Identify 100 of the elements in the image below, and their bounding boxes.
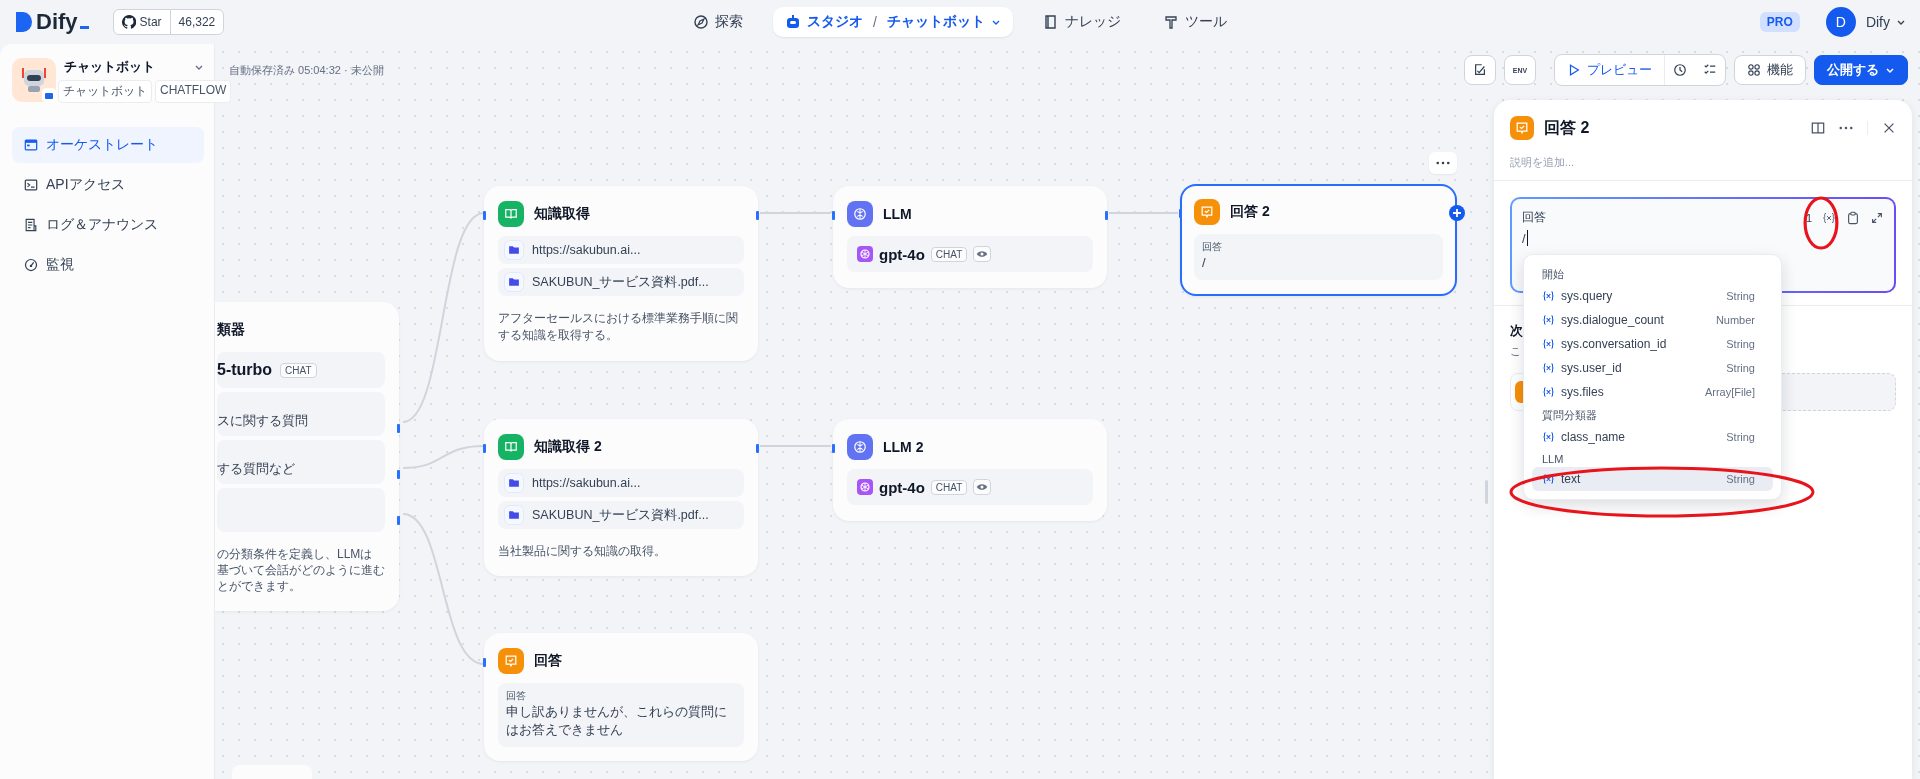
play-icon[interactable]	[1567, 63, 1581, 77]
nav-tab[interactable]: ツール	[1150, 7, 1239, 37]
node-title: LLM	[883, 206, 912, 222]
variable-icon[interactable]	[1822, 210, 1836, 225]
robot-icon	[12, 58, 56, 102]
model-tag: CHAT	[930, 246, 968, 262]
sidebar-item[interactable]: ログ＆アナウンス	[12, 207, 204, 243]
annotation-ellipse	[1803, 196, 1839, 250]
logo-mark-icon[interactable]	[14, 10, 34, 34]
book-icon[interactable]	[1042, 14, 1059, 30]
workflow-node[interactable]: LLM 2 gpt-4o CHAT	[833, 419, 1107, 521]
app-tag: CHATFLOW	[155, 80, 232, 103]
compass-icon[interactable]	[693, 14, 710, 30]
workflow-node[interactable]: 知識取得 2 https://sakubun.ai... SAKUBUN_サービス資料.pdf... 当社製品に関する知識の取得。	[484, 419, 758, 577]
node-title: LLM 2	[883, 439, 924, 455]
model-name: gpt-4o	[879, 245, 925, 263]
clock-icon[interactable]	[1673, 63, 1687, 77]
port-handle[interactable]	[483, 444, 486, 453]
port-handle[interactable]	[756, 211, 759, 220]
model-name: gpt-4o	[879, 478, 925, 496]
model-icon	[857, 246, 873, 262]
checklist-icon[interactable]	[1703, 63, 1717, 77]
port-handle[interactable]	[483, 211, 486, 220]
source-name: https://sakubun.ai...	[532, 476, 641, 490]
app-tag: チャットボット	[58, 80, 152, 103]
variable-item[interactable]: class_name String	[1532, 425, 1773, 449]
port-handle[interactable]	[1105, 211, 1108, 220]
variable-item[interactable]: sys.conversation_id String	[1532, 332, 1773, 356]
source-name: SAKUBUN_サービス資料.pdf...	[532, 273, 709, 291]
dify-logo[interactable]: Dify	[14, 9, 89, 35]
nav-tab[interactable]: ナレッジ	[1030, 7, 1133, 37]
close-icon[interactable]	[1882, 121, 1896, 135]
group-title: 開始	[1541, 267, 1565, 282]
workflow-node[interactable]: 回答 回答 申し訳ありませんが、これらの質問にはお答えできません	[484, 633, 758, 762]
variable-icon	[1542, 431, 1555, 443]
clipboard-icon[interactable]	[1846, 210, 1860, 225]
class-text: する質問など	[217, 460, 295, 478]
user-avatar[interactable]: D	[1825, 7, 1856, 37]
port-handle[interactable]	[397, 424, 400, 433]
node-title: 知識取得 2	[534, 438, 602, 456]
variable-item[interactable]: sys.files Array[File]	[1532, 380, 1773, 404]
answer-text: /	[1202, 254, 1207, 272]
caret-icon[interactable]	[1885, 65, 1895, 75]
sidebar-item[interactable]: オーケストレート	[12, 127, 204, 163]
port-handle[interactable]	[756, 444, 759, 453]
terminal-icon[interactable]	[24, 178, 38, 192]
chat-check-icon	[1194, 199, 1220, 225]
resize-handle[interactable]	[1485, 480, 1488, 504]
eye-icon	[973, 246, 992, 262]
group-title: LLM	[1541, 452, 1565, 467]
more-icon[interactable]	[1436, 161, 1450, 165]
sidebar-item[interactable]: APIアクセス	[12, 167, 204, 203]
variable-item[interactable]: sys.dialogue_count Number	[1532, 308, 1773, 332]
workflow-node[interactable]: 回答 2 回答 /	[1180, 184, 1457, 297]
node-description: の分類条件を定義し、LLMは	[217, 546, 374, 563]
model-name: 5-turbo	[217, 361, 273, 379]
port-handle[interactable]	[483, 658, 486, 667]
variable-icon	[1542, 386, 1555, 398]
split-view-icon[interactable]	[1811, 121, 1825, 135]
expand-icon[interactable]	[1870, 210, 1884, 225]
port-handle[interactable]	[397, 470, 400, 479]
section-title: 次	[1510, 322, 1523, 340]
workflow-node[interactable]: LLM gpt-4o CHAT	[833, 186, 1107, 288]
features-button[interactable]: 機能	[1734, 55, 1806, 85]
user-menu[interactable]: Dify	[1865, 14, 1906, 30]
document-icon[interactable]	[24, 218, 38, 232]
description-field[interactable]: 説明を追加...	[1510, 156, 1890, 168]
port-handle[interactable]	[397, 516, 400, 525]
variable-icon	[1542, 314, 1555, 326]
variable-icon	[1542, 473, 1555, 485]
window-icon[interactable]	[24, 138, 38, 152]
publish-button[interactable]: 公開する	[1814, 55, 1908, 85]
eye-icon	[973, 479, 992, 495]
robot-icon[interactable]	[785, 14, 802, 30]
port-handle[interactable]	[832, 444, 835, 453]
nav-tab[interactable]: 探索	[681, 7, 756, 37]
sidebar-item[interactable]: 監視	[12, 247, 204, 283]
book-icon	[498, 201, 524, 227]
node-title: 類器	[217, 321, 245, 339]
node-title: 回答 2	[1230, 203, 1270, 221]
github-icon[interactable]	[121, 15, 136, 29]
grid-icon[interactable]	[1747, 63, 1761, 77]
checkmark-icon[interactable]	[1473, 63, 1487, 77]
variable-item[interactable]: sys.user_id String	[1532, 356, 1773, 380]
node-title: 回答	[534, 652, 562, 670]
gauge-icon[interactable]	[24, 258, 38, 272]
port-handle[interactable]	[832, 211, 835, 220]
nav-tab[interactable]: スタジオ / チャットボット	[773, 7, 1013, 37]
checklist-button[interactable]	[1464, 55, 1496, 85]
workflow-node[interactable]: 知識取得 https://sakubun.ai... SAKUBUN_サービス資料.pdf... アフターセールスにおける標準業務手順に関する知識を取得する。	[484, 186, 758, 361]
editor-text: /	[1522, 230, 1528, 246]
model-tag: CHAT	[930, 479, 968, 495]
port-handle[interactable]	[1179, 209, 1182, 218]
field-label: 回答	[1202, 240, 1223, 254]
workflow-node[interactable]: 類器 5-turbo CHAT スに関する質問 する質問など の分類条件を定義し、LLMは 基づいて会話がどのように進む とができます。	[215, 302, 399, 611]
add-node-button[interactable]	[1449, 205, 1465, 221]
section-hint: こ	[1510, 344, 1521, 359]
app-name[interactable]: チャットボット	[64, 58, 155, 76]
github-star-button[interactable]: Star 46,322	[112, 9, 225, 35]
node-description: 当社製品に関する知識の取得。	[498, 543, 667, 560]
